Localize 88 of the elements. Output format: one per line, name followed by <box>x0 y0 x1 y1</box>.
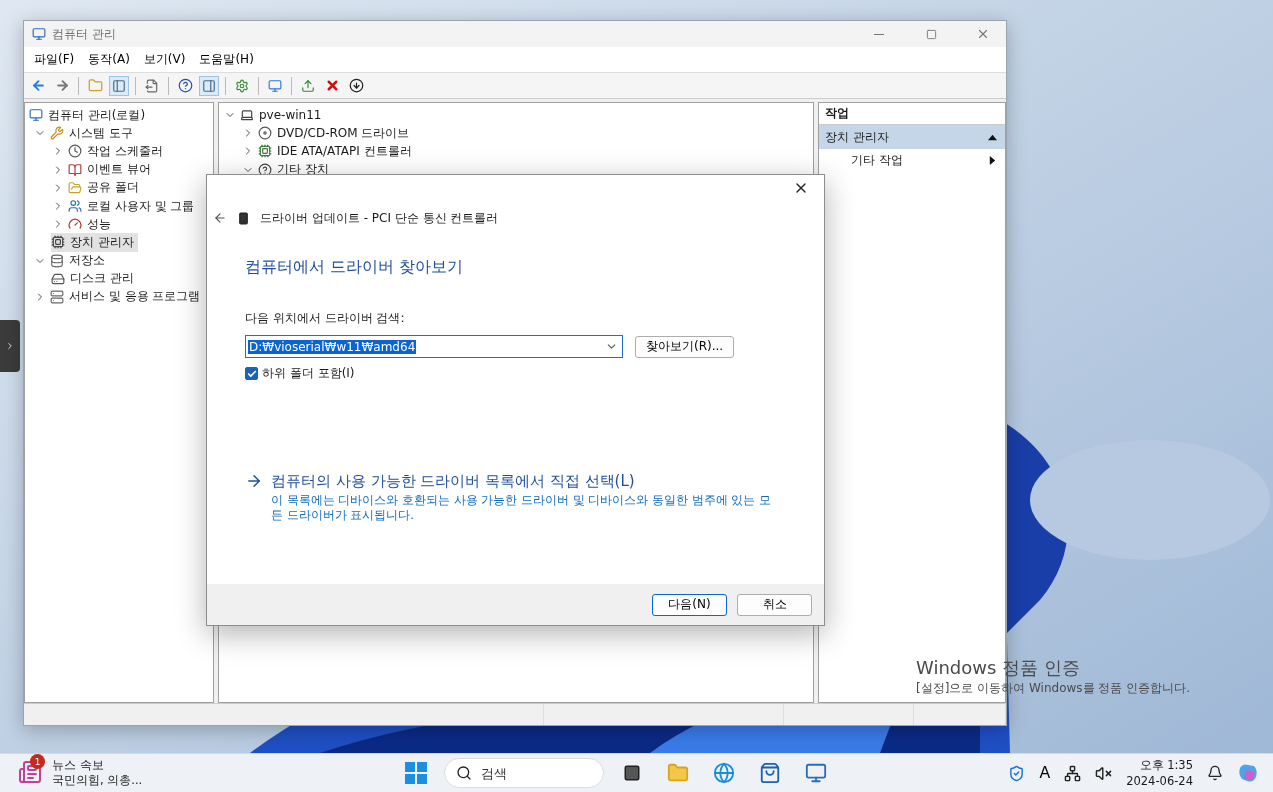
tools-icon <box>50 126 64 141</box>
forward-icon <box>54 78 70 93</box>
tree-item[interactable]: 서비스 및 응용 프로그램 <box>33 287 205 307</box>
link-description: 이 목록에는 디바이스와 호환되는 사용 가능한 드라이버 및 디바이스와 동일한 범주에 있는 모든 드라이버가 표시됩니다. <box>271 493 771 523</box>
security-icon[interactable] <box>1008 764 1026 782</box>
maximize-icon <box>925 28 937 40</box>
log-icon <box>68 162 82 177</box>
upload-icon <box>301 78 315 93</box>
users-icon <box>68 199 82 214</box>
bag-icon <box>759 762 781 784</box>
input-method-button[interactable]: A <box>1039 764 1051 782</box>
submenu-arrow-icon <box>988 155 997 165</box>
actions-section-header[interactable]: 장치 관리자 <box>819 125 1005 149</box>
search-field[interactable]: 검색 <box>444 758 604 788</box>
tree-item[interactable]: DVD/CD-ROM 드라이브 <box>241 124 414 143</box>
volume-muted-icon[interactable] <box>1095 764 1113 782</box>
monitor-icon <box>268 78 282 93</box>
notification-badge: 1 <box>30 754 45 769</box>
notifications-icon[interactable] <box>1207 765 1223 781</box>
device-icon <box>51 235 65 250</box>
news-title: 뉴스 속보 <box>52 758 105 773</box>
gauge-icon <box>68 217 82 232</box>
tree-item[interactable]: 저장소 <box>33 251 109 270</box>
back-icon <box>213 211 227 225</box>
help-icon <box>177 78 193 93</box>
document-icon <box>145 78 159 93</box>
computer-icon <box>805 762 827 784</box>
computer-icon <box>32 27 46 41</box>
search-icon <box>456 765 472 781</box>
menu-item[interactable]: 파일(F) <box>28 49 81 70</box>
tree-item[interactable]: 성능 <box>51 215 115 234</box>
tree-item[interactable]: 컴퓨터 관리(로컬) <box>29 106 150 125</box>
cancel-button[interactable]: 취소 <box>737 593 812 616</box>
menu-item[interactable]: 동작(A) <box>82 49 136 70</box>
globe-icon <box>713 762 735 784</box>
controller-icon <box>258 144 272 159</box>
dialog-title: 드라이버 업데이트 - PCI 단순 통신 컨트롤러 <box>260 209 499 227</box>
unknown-device-icon <box>258 162 272 177</box>
menu-item[interactable]: 보기(V) <box>137 49 192 70</box>
window-title: 컴퓨터 관리 <box>52 25 117 43</box>
path-label: 다음 위치에서 드라이버 검색: <box>245 310 406 327</box>
drive-icon <box>258 126 272 141</box>
tree-item[interactable]: 로컬 사용자 및 그룹 <box>51 196 199 216</box>
close-icon <box>976 27 990 41</box>
folder-icon <box>87 78 103 93</box>
dialog-heading: 컴퓨터에서 드라이버 찾아보기 <box>245 257 465 278</box>
caret-icon <box>5 341 15 351</box>
arrow-icon <box>245 472 263 490</box>
tree-item[interactable]: 장치 관리자 <box>51 233 138 252</box>
folder-icon <box>667 762 689 784</box>
tree-item[interactable]: pve-win11 <box>223 106 326 125</box>
pick-driver-link[interactable]: 컴퓨터의 사용 가능한 드라이버 목록에서 직접 선택(L) <box>271 472 771 491</box>
tree-item[interactable]: 작업 스케줄러 <box>51 142 167 161</box>
checkbox-label: 하위 폴더 포함(I) <box>262 365 355 382</box>
path-combo[interactable]: D:₩vioserial₩w11₩amd64 <box>245 335 623 358</box>
panel-handle[interactable] <box>0 320 20 372</box>
action-pane-button[interactable] <box>199 75 219 96</box>
browse-button[interactable]: 찾아보기(R)... <box>635 335 735 358</box>
news-icon[interactable] <box>18 760 42 784</box>
windows-logo-icon <box>405 762 427 784</box>
computer-icon <box>240 108 254 123</box>
back-icon <box>30 78 46 93</box>
device-icon <box>237 211 250 225</box>
storage-icon <box>50 253 64 268</box>
network-icon[interactable] <box>1064 764 1082 782</box>
next-button[interactable]: 다음(N) <box>652 593 727 616</box>
tree-item[interactable]: 디스크 관리 <box>51 269 138 288</box>
tree-item[interactable]: 이벤트 뷰어 <box>51 160 155 179</box>
computer-icon <box>29 108 43 123</box>
minimize-icon <box>874 33 884 35</box>
tree-item[interactable]: 공유 폴더 <box>51 178 143 197</box>
tree-item[interactable]: IDE ATA/ATAPI 컨트롤러 <box>241 142 416 161</box>
task-view-icon <box>623 764 641 782</box>
server-icon <box>50 289 64 304</box>
tree-item[interactable]: 시스템 도구 <box>33 124 137 143</box>
clock[interactable]: 오후 1:35 2024-06-24 <box>1126 757 1193 789</box>
back-button[interactable] <box>213 211 227 225</box>
panel-icon <box>112 78 126 93</box>
action-item[interactable]: 기타 작업 <box>819 149 1005 171</box>
gear-icon <box>235 78 249 93</box>
assistant-icon[interactable] <box>1237 762 1259 784</box>
menu-item[interactable]: 도움말(H) <box>193 49 260 70</box>
tree-toggle-button[interactable] <box>109 75 129 96</box>
checkbox[interactable] <box>245 367 258 380</box>
panel-icon <box>202 78 216 93</box>
clock-icon <box>68 144 82 159</box>
news-headline: 국민의힘, 의총... <box>52 773 143 788</box>
folder-icon <box>68 180 82 195</box>
